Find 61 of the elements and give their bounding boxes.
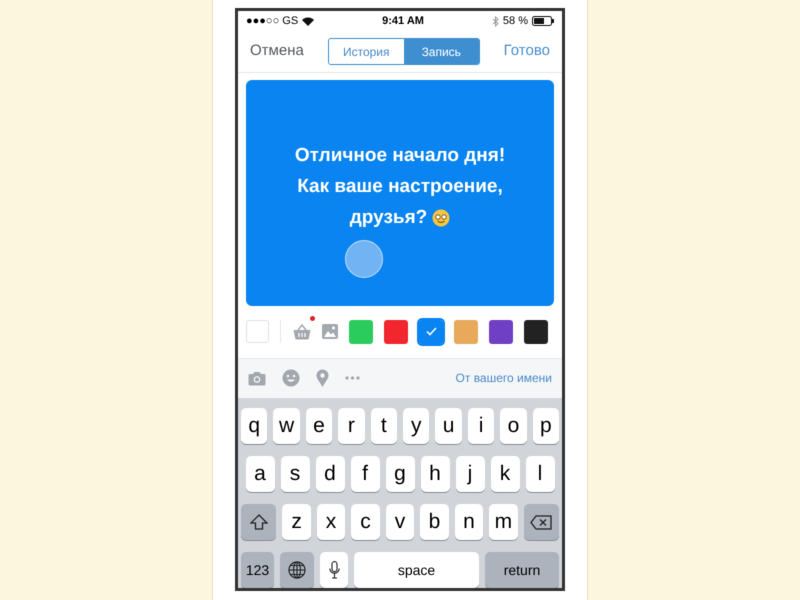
letter-key[interactable]: j [456, 456, 484, 492]
more-icon[interactable] [345, 376, 360, 380]
emoji-face-icon [432, 208, 450, 227]
return-key[interactable]: return [485, 552, 559, 588]
backspace-icon [530, 514, 552, 530]
clock-text: 9:41 AM [382, 14, 424, 29]
letter-key[interactable]: e [306, 408, 332, 444]
letter-key[interactable]: m [489, 504, 518, 540]
letter-key[interactable]: w [273, 408, 300, 444]
letter-key[interactable]: s [280, 456, 310, 492]
blank-swatch[interactable] [246, 320, 269, 344]
letter-key[interactable]: i [468, 408, 494, 444]
backspace-key[interactable] [524, 504, 559, 540]
battery-icon [532, 16, 554, 26]
color-swatch[interactable] [419, 320, 443, 344]
check-icon [426, 327, 436, 336]
camera-icon[interactable] [248, 370, 266, 386]
letter-key[interactable]: f [350, 456, 380, 492]
letter-key[interactable]: y [403, 408, 430, 444]
bluetooth-icon [492, 16, 499, 27]
letter-key[interactable]: c [351, 504, 380, 540]
globe-icon [288, 561, 306, 579]
letter-key[interactable]: g [386, 456, 414, 492]
letter-key[interactable]: p [532, 408, 560, 444]
space-key[interactable]: space [354, 552, 479, 588]
letter-key[interactable]: k [490, 456, 520, 492]
location-pin-icon[interactable] [316, 369, 329, 388]
wifi-icon [302, 16, 314, 26]
color-swatch[interactable] [384, 320, 408, 344]
smiley-icon[interactable] [282, 369, 300, 388]
color-swatch[interactable] [524, 320, 548, 344]
letter-key[interactable]: t [370, 408, 398, 444]
numbers-key[interactable]: 123 [241, 552, 274, 588]
post-text[interactable]: Отличное начало дня! Как ваше настроение, друзья? [294, 140, 506, 234]
letter-key[interactable]: o [500, 408, 527, 444]
microphone-key[interactable] [320, 552, 348, 588]
letter-key[interactable]: l [526, 456, 554, 492]
carrier-text: ●●●○○ GS [246, 14, 298, 29]
microphone-icon [328, 561, 340, 579]
letter-key[interactable]: x [316, 504, 346, 540]
letter-key[interactable]: n [454, 504, 484, 540]
cancel-button[interactable]: Отмена [250, 40, 304, 63]
shift-icon [250, 514, 268, 530]
letter-key[interactable]: a [246, 456, 274, 492]
letter-key[interactable]: u [435, 408, 462, 444]
photo-placeholder[interactable] [454, 320, 478, 344]
globe-key[interactable] [280, 552, 314, 588]
basket-icon[interactable] [293, 324, 311, 340]
letter-key[interactable]: r [338, 408, 365, 444]
image-icon[interactable] [322, 324, 338, 340]
shift-key[interactable] [241, 504, 276, 540]
touch-indicator [345, 240, 383, 278]
letter-key[interactable]: v [386, 504, 414, 540]
letter-key[interactable]: d [316, 456, 344, 492]
letter-key[interactable]: q [241, 408, 268, 444]
color-swatch[interactable] [489, 320, 513, 344]
color-swatch[interactable] [349, 320, 373, 344]
letter-key[interactable]: b [420, 504, 449, 540]
letter-key[interactable]: h [420, 456, 450, 492]
battery-text: 58 % [502, 14, 528, 29]
letter-key[interactable]: z [282, 504, 311, 540]
